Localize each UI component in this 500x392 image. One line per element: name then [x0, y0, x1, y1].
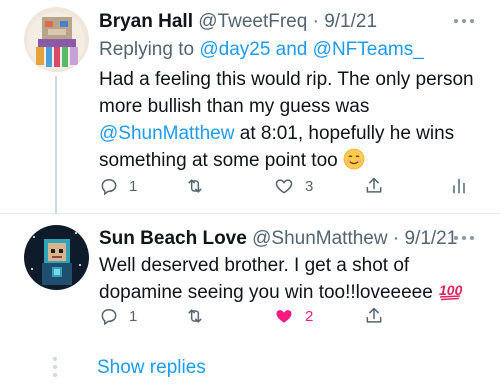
- analytics-icon: [453, 178, 465, 194]
- tweet-text: Had a feeling this would rip. The only p…: [99, 66, 479, 174]
- replying-to-users-link[interactable]: @day25 and @NFTeams_: [199, 39, 423, 60]
- heart-filled-icon: [276, 310, 292, 323]
- share-button[interactable]: [364, 302, 384, 330]
- author-handle[interactable]: @ShunMatthew: [252, 228, 387, 249]
- separator: ·: [312, 11, 319, 32]
- tweet-actions: 1 3: [99, 172, 479, 200]
- tweet-date[interactable]: 9/1/21: [324, 11, 377, 32]
- replying-to: Replying to @day25 and @NFTeams_: [99, 38, 424, 62]
- show-replies-link[interactable]: Show replies: [97, 357, 206, 379]
- share-icon: [366, 307, 382, 323]
- replying-to-label: Replying to: [99, 39, 195, 60]
- reply-button[interactable]: 1: [99, 302, 137, 330]
- author-handle[interactable]: @TweetFreq: [198, 11, 307, 32]
- tweet-text: Well deserved brother. I get a shot of d…: [99, 252, 479, 309]
- avatar[interactable]: [24, 225, 89, 290]
- analytics-button[interactable]: [449, 172, 469, 200]
- reply-icon: [101, 178, 117, 196]
- reply-count: 1: [129, 177, 138, 195]
- retweet-button[interactable]: [184, 172, 216, 200]
- like-count: 2: [305, 307, 314, 325]
- author-name[interactable]: Bryan Hall: [99, 11, 193, 32]
- separator: ·: [392, 228, 400, 249]
- avatar[interactable]: [24, 7, 89, 72]
- tweet-text-part: Had a feeling this would rip. The only p…: [99, 69, 474, 117]
- show-replies-row[interactable]: Show replies: [0, 345, 500, 392]
- share-button[interactable]: [364, 172, 384, 200]
- like-count: 3: [305, 177, 314, 195]
- reply-button[interactable]: 1: [99, 172, 137, 200]
- retweet-icon: [188, 309, 202, 323]
- more-replies-dots-icon: [53, 357, 57, 377]
- tweet-header: Bryan Hall @TweetFreq · 9/1/21: [99, 10, 377, 34]
- tweet-header: Sun Beach Love @ShunMatthew · 9/1/21: [99, 227, 457, 251]
- like-button[interactable]: 3: [273, 172, 313, 200]
- heart-icon: [275, 179, 293, 194]
- like-button[interactable]: 2: [273, 302, 313, 330]
- more-options-icon[interactable]: [452, 14, 476, 28]
- author-name[interactable]: Sun Beach Love: [99, 228, 247, 249]
- reply-icon: [101, 308, 117, 326]
- tweet-actions: 1 2: [99, 302, 479, 330]
- mention-link[interactable]: @ShunMatthew: [99, 123, 234, 144]
- share-icon: [366, 177, 382, 193]
- smiling-face-icon: [343, 148, 365, 170]
- tweet-date[interactable]: 9/1/21: [404, 228, 457, 249]
- retweet-icon: [188, 179, 202, 193]
- tweet[interactable]: Sun Beach Love @ShunMatthew · 9/1/21 Wel…: [0, 215, 500, 345]
- reply-count: 1: [129, 307, 138, 325]
- tweet-text-part: Well deserved brother. I get a shot of d…: [99, 255, 433, 303]
- retweet-button[interactable]: [184, 302, 216, 330]
- tweet[interactable]: Bryan Hall @TweetFreq · 9/1/21 Replying …: [0, 0, 500, 214]
- thread-line: [55, 76, 57, 214]
- more-options-icon[interactable]: [452, 231, 476, 245]
